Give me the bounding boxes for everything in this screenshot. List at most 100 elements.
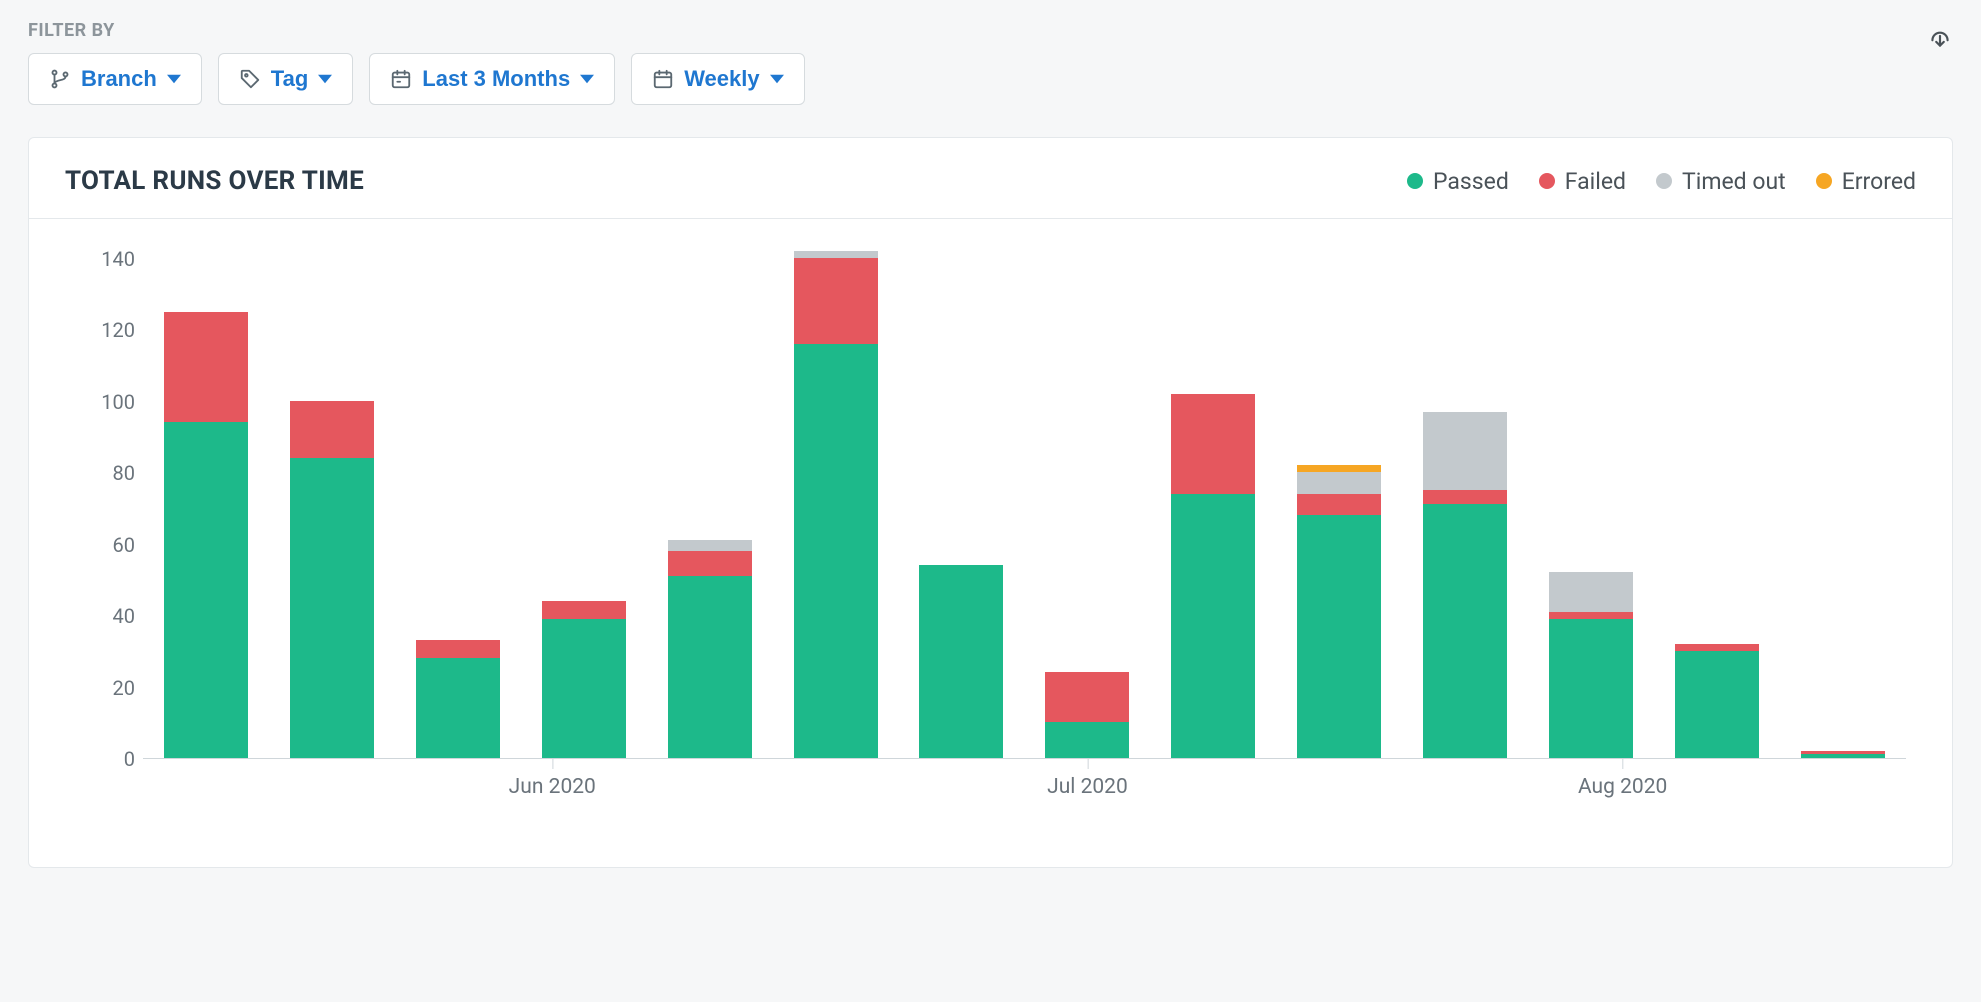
caret-down-icon [167, 72, 181, 86]
chart-bar[interactable] [794, 251, 878, 758]
bar-segment-passed [1423, 504, 1507, 758]
granularity-filter-label: Weekly [684, 66, 759, 92]
chart-bar[interactable] [668, 540, 752, 758]
chart-bar[interactable] [1675, 644, 1759, 758]
granularity-filter-button[interactable]: Weekly [631, 53, 804, 105]
chart-card-header: TOTAL RUNS OVER TIME Passed Failed Timed… [29, 138, 1952, 219]
bar-segment-passed [416, 658, 500, 758]
branch-filter-button[interactable]: Branch [28, 53, 202, 105]
chart-x-axis: Jun 2020 Jul 2020 Aug 2020 [143, 759, 1906, 819]
legend-label-passed: Passed [1433, 168, 1509, 195]
bar-segment-passed [919, 565, 1003, 758]
bar-segment-failed [542, 601, 626, 619]
chart-bar[interactable] [542, 601, 626, 758]
chart-bar[interactable] [1423, 412, 1507, 758]
bar-segment-failed [164, 312, 248, 423]
y-tick: 40 [65, 604, 135, 628]
legend-item-errored: Errored [1816, 168, 1916, 195]
bar-segment-passed [542, 619, 626, 758]
filter-section: FILTER BY Branch Tag [28, 20, 805, 105]
caret-down-icon [318, 72, 332, 86]
bar-segment-failed [1675, 644, 1759, 651]
bar-segment-failed [1423, 490, 1507, 504]
bar-segment-failed [1171, 394, 1255, 494]
y-tick: 140 [65, 247, 135, 271]
swatch-timed-out [1656, 173, 1672, 189]
chart-card: TOTAL RUNS OVER TIME Passed Failed Timed… [28, 137, 1953, 868]
branch-icon [49, 68, 71, 90]
x-tick: Aug 2020 [1578, 775, 1667, 799]
bar-segment-passed [668, 576, 752, 758]
bar-segment-failed [1045, 672, 1129, 722]
y-tick: 100 [65, 390, 135, 414]
x-tick: Jul 2020 [1047, 775, 1128, 799]
date-range-filter-button[interactable]: Last 3 Months [369, 53, 615, 105]
tag-icon [239, 68, 261, 90]
chart-bar[interactable] [416, 640, 500, 758]
chart-bar[interactable] [1045, 672, 1129, 758]
chart-title: TOTAL RUNS OVER TIME [65, 166, 364, 196]
legend-item-failed: Failed [1539, 168, 1626, 195]
bar-segment-timed_out [794, 251, 878, 258]
swatch-failed [1539, 173, 1555, 189]
bar-segment-failed [1549, 612, 1633, 619]
date-range-filter-label: Last 3 Months [422, 66, 570, 92]
chart-area: 020406080100120140 Jun 2020Jul 2020Aug 2… [65, 259, 1916, 819]
bar-segment-passed [1675, 651, 1759, 758]
bar-segment-passed [164, 422, 248, 758]
bar-segment-passed [290, 458, 374, 758]
caret-down-icon [770, 72, 784, 86]
bar-segment-failed [668, 551, 752, 576]
calendar-icon [652, 68, 674, 90]
tag-filter-button[interactable]: Tag [218, 53, 353, 105]
chart-plot [143, 259, 1906, 759]
filter-by-label: FILTER BY [28, 20, 805, 41]
calendar-range-icon [390, 68, 412, 90]
bar-segment-passed [1801, 754, 1885, 758]
y-tick: 80 [65, 461, 135, 485]
chart-body: 0 20 40 60 80 100 120 140 Jun 2020 Jul 2020 Aug 2… [29, 219, 1952, 867]
bar-segment-timed_out [668, 540, 752, 551]
y-tick: 20 [65, 676, 135, 700]
x-tick: Jun 2020 [509, 775, 596, 799]
chart-bar[interactable] [1801, 751, 1885, 758]
bar-segment-passed [1549, 619, 1633, 758]
page-header: FILTER BY Branch Tag [28, 20, 1953, 105]
chart-bar[interactable] [164, 312, 248, 758]
bar-segment-passed [1171, 494, 1255, 758]
legend-label-failed: Failed [1565, 168, 1626, 195]
y-tick: 120 [65, 318, 135, 342]
chart-bars [143, 259, 1906, 758]
chart-bar[interactable] [1549, 572, 1633, 758]
bar-segment-failed [794, 258, 878, 344]
caret-down-icon [580, 72, 594, 86]
bar-segment-timed_out [1549, 572, 1633, 611]
filter-row: Branch Tag Last 3 Months [28, 53, 805, 105]
swatch-passed [1407, 173, 1423, 189]
chart-bar[interactable] [290, 401, 374, 758]
chart-bar[interactable] [919, 565, 1003, 758]
branch-filter-label: Branch [81, 66, 157, 92]
legend-item-timed-out: Timed out [1656, 168, 1786, 195]
bar-segment-failed [1297, 494, 1381, 515]
legend-label-errored: Errored [1842, 168, 1916, 195]
bar-segment-timed_out [1423, 412, 1507, 491]
bar-segment-passed [1297, 515, 1381, 758]
legend-item-passed: Passed [1407, 168, 1509, 195]
bar-segment-timed_out [1297, 472, 1381, 493]
bar-segment-passed [794, 344, 878, 758]
bar-segment-failed [290, 401, 374, 458]
legend-label-timed-out: Timed out [1682, 168, 1786, 195]
y-tick: 0 [65, 747, 135, 771]
bar-segment-failed [416, 640, 500, 658]
bar-segment-passed [1045, 722, 1129, 758]
chart-bar[interactable] [1171, 394, 1255, 758]
download-icon[interactable] [1927, 24, 1953, 50]
y-tick: 60 [65, 533, 135, 557]
chart-legend: Passed Failed Timed out Errored [1407, 168, 1916, 195]
swatch-errored [1816, 173, 1832, 189]
chart-bar[interactable] [1297, 465, 1381, 758]
bar-segment-errored [1297, 465, 1381, 472]
tag-filter-label: Tag [271, 66, 308, 92]
chart-y-axis: 020406080100120140 [65, 259, 143, 759]
